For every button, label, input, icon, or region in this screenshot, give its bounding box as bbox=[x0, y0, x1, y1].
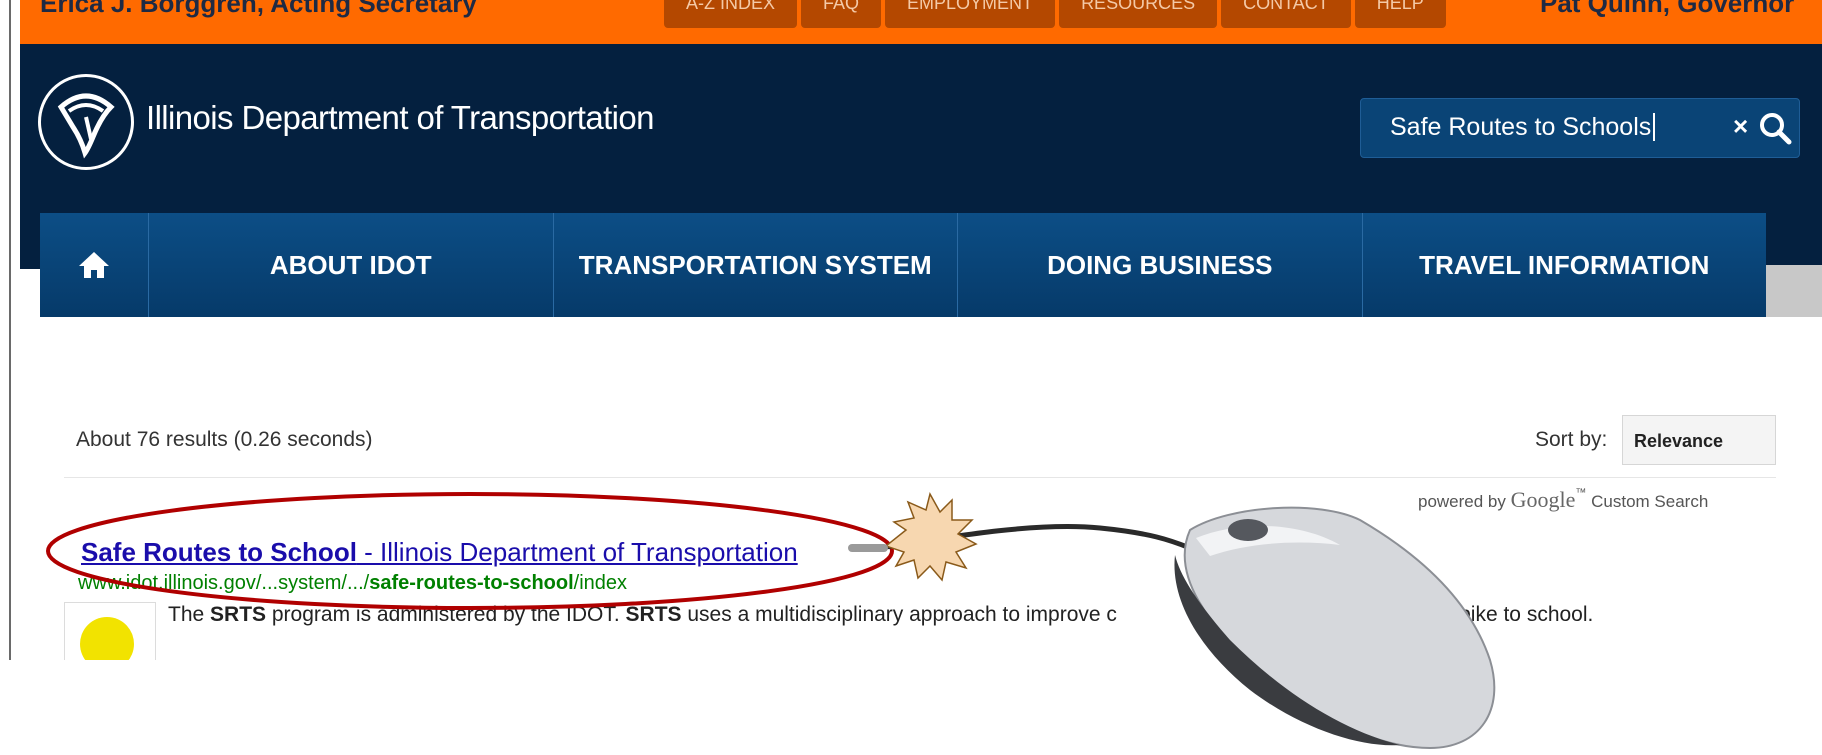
main-navigation: ABOUT IDOT TRANSPORTATION SYSTEM DOING B… bbox=[40, 213, 1766, 317]
search-icon[interactable] bbox=[1758, 111, 1792, 145]
powered-by-google: powered by Google™ Custom Search bbox=[1418, 487, 1708, 513]
result-url-pre: www.idot.illinois.gov/...system/.../ bbox=[78, 572, 370, 594]
result-title-link[interactable]: Safe Routes to School - Illinois Departm… bbox=[81, 537, 798, 568]
result-url-post: /index bbox=[573, 572, 628, 594]
cable-plug bbox=[848, 544, 888, 552]
nav-travel-information[interactable]: TRAVEL INFORMATION bbox=[1363, 213, 1767, 317]
snippet-part: uses a multidisciplinary approach to imp… bbox=[681, 603, 1117, 626]
mouse-cable bbox=[879, 524, 1191, 551]
snippet-bold: SRTS bbox=[625, 603, 682, 626]
result-title-bold: Safe Routes to School bbox=[81, 537, 357, 567]
result-url: www.idot.illinois.gov/...system/.../safe… bbox=[78, 572, 627, 595]
nav-about-idot[interactable]: ABOUT IDOT bbox=[149, 213, 554, 317]
result-thumbnail[interactable] bbox=[64, 602, 156, 664]
utility-link-help[interactable]: HELP bbox=[1354, 0, 1446, 28]
result-title-rest: - Illinois Department of Transportation bbox=[356, 537, 798, 567]
google-wordmark: Google bbox=[1510, 487, 1576, 512]
utility-link-az-index[interactable]: A-Z INDEX bbox=[664, 0, 798, 28]
powered-suffix: Custom Search bbox=[1591, 492, 1709, 511]
results-divider bbox=[64, 477, 1776, 478]
sort-label: Sort by: bbox=[1535, 428, 1608, 451]
snippet-bold: SRTS bbox=[210, 603, 267, 626]
click-burst-icon bbox=[884, 491, 978, 582]
utility-link-resources[interactable]: RESOURCES bbox=[1059, 0, 1218, 28]
site-search[interactable]: Safe Routes to Schools × bbox=[1360, 98, 1800, 158]
nav-home[interactable] bbox=[40, 213, 149, 317]
result-stats: About 76 results (0.26 seconds) bbox=[76, 428, 373, 451]
nav-transportation-system[interactable]: TRANSPORTATION SYSTEM bbox=[554, 213, 958, 317]
result-url-bold: safe-routes-to-school bbox=[369, 572, 574, 594]
snippet-part: program is administered by the IDOT. bbox=[266, 603, 626, 626]
site-title[interactable]: Illinois Department of Transportation bbox=[146, 99, 655, 137]
snippet-part: The bbox=[168, 603, 211, 626]
utility-nav: A-Z INDEX FAQ EMPLOYMENT RESOURCES CONTA… bbox=[664, 0, 1446, 28]
sort-select[interactable]: Relevance bbox=[1622, 415, 1776, 465]
governor-text: Pat Quinn, Governor bbox=[1540, 0, 1795, 18]
utility-link-employment[interactable]: EMPLOYMENT bbox=[885, 0, 1056, 28]
left-border bbox=[9, 0, 11, 660]
home-icon bbox=[79, 252, 109, 278]
top-utility-bar: Erica J. Borggren, Acting Secretary A-Z … bbox=[20, 0, 1822, 44]
srts-logo-icon bbox=[80, 617, 134, 663]
powered-prefix: powered by bbox=[1418, 492, 1506, 511]
search-input[interactable]: Safe Routes to Schools bbox=[1390, 113, 1656, 141]
screenshot-cutoff bbox=[0, 660, 1822, 755]
trademark: ™ bbox=[1575, 487, 1587, 499]
utility-link-faq[interactable]: FAQ bbox=[801, 0, 882, 28]
snippet-part: alk or bike to school. bbox=[1401, 603, 1594, 626]
utility-link-contact[interactable]: CONTACT bbox=[1221, 0, 1351, 28]
secretary-text: Erica J. Borggren, Acting Secretary bbox=[40, 0, 477, 18]
nav-doing-business[interactable]: DOING BUSINESS bbox=[958, 213, 1363, 317]
nav-edge-background bbox=[1766, 265, 1822, 317]
clear-search-icon[interactable]: × bbox=[1733, 111, 1748, 142]
logo-mark-icon bbox=[57, 93, 115, 159]
result-snippet: The SRTS program is administered by the … bbox=[168, 603, 1593, 627]
idot-logo[interactable] bbox=[38, 74, 134, 170]
